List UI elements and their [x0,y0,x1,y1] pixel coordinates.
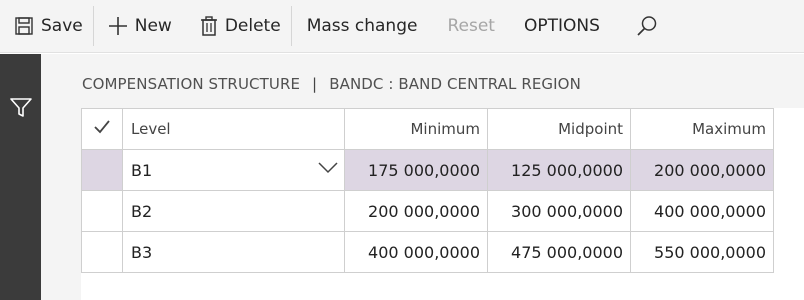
search-button[interactable] [610,0,675,53]
search-icon [637,16,657,36]
column-header-midpoint[interactable]: Midpoint [487,108,631,150]
column-header-minimum[interactable]: Minimum [344,108,488,150]
column-header-level[interactable]: Level [122,108,345,150]
breadcrumb: COMPENSATION STRUCTURE | BANDC : BAND CE… [82,73,581,95]
save-button[interactable]: Save [0,0,93,53]
trash-icon [200,16,217,36]
midpoint-cell[interactable]: 475 000,0000 [487,231,631,273]
reset-label: Reset [447,16,495,36]
row-selector[interactable] [81,231,123,273]
minimum-cell[interactable]: 175 000,0000 [344,149,488,191]
plus-icon [108,17,127,35]
select-all-checkbox[interactable] [81,108,123,150]
options-button[interactable]: OPTIONS [505,0,610,53]
row-selector[interactable] [81,149,123,191]
delete-button[interactable]: Delete [182,0,291,53]
maximum-cell[interactable]: 400 000,0000 [630,190,774,232]
delete-button-label: Delete [224,16,281,36]
reset-button[interactable]: Reset [427,0,505,53]
level-value: B1 [131,160,153,180]
column-header-maximum[interactable]: Maximum [630,108,774,150]
table-row[interactable]: B2 200 000,0000 300 000,0000 400 000,000… [81,190,774,232]
mass-change-button[interactable]: Mass change [292,0,428,53]
minimum-cell[interactable]: 200 000,0000 [344,190,488,232]
level-cell[interactable]: B3 [122,231,345,273]
level-dropdown[interactable]: B1 [122,149,345,191]
chevron-down-icon[interactable] [318,162,338,174]
breadcrumb-separator: | [312,75,318,93]
maximum-cell[interactable]: 200 000,0000 [630,149,774,191]
maximum-cell[interactable]: 550 000,0000 [630,231,774,273]
action-toolbar: Save New Delete Mass change Reset OPTION… [0,0,804,53]
filter-icon[interactable] [10,98,32,118]
filter-pane-rail [0,54,41,300]
midpoint-cell[interactable]: 125 000,0000 [487,149,631,191]
grid-header-row: Level Minimum Midpoint Maximum [81,108,774,150]
mass-change-label: Mass change [306,16,418,36]
options-label: OPTIONS [523,16,600,36]
table-row[interactable]: B3 400 000,0000 475 000,0000 550 000,000… [81,231,774,273]
breadcrumb-part-band: BANDC : BAND CENTRAL REGION [329,75,581,93]
minimum-cell[interactable]: 400 000,0000 [344,231,488,273]
midpoint-cell[interactable]: 300 000,0000 [487,190,631,232]
new-button[interactable]: New [94,0,182,53]
checkmark-icon [94,120,110,134]
levels-grid-panel: Level Minimum Midpoint Maximum B1 175 00… [81,108,804,300]
new-button-label: New [134,16,172,36]
row-selector[interactable] [81,190,123,232]
table-row[interactable]: B1 175 000,0000 125 000,0000 200 000,000… [81,149,774,191]
breadcrumb-part-structure: COMPENSATION STRUCTURE [82,75,301,93]
save-icon [15,17,33,35]
level-cell[interactable]: B2 [122,190,345,232]
save-button-label: Save [41,16,83,36]
levels-grid: Level Minimum Midpoint Maximum B1 175 00… [81,108,774,273]
